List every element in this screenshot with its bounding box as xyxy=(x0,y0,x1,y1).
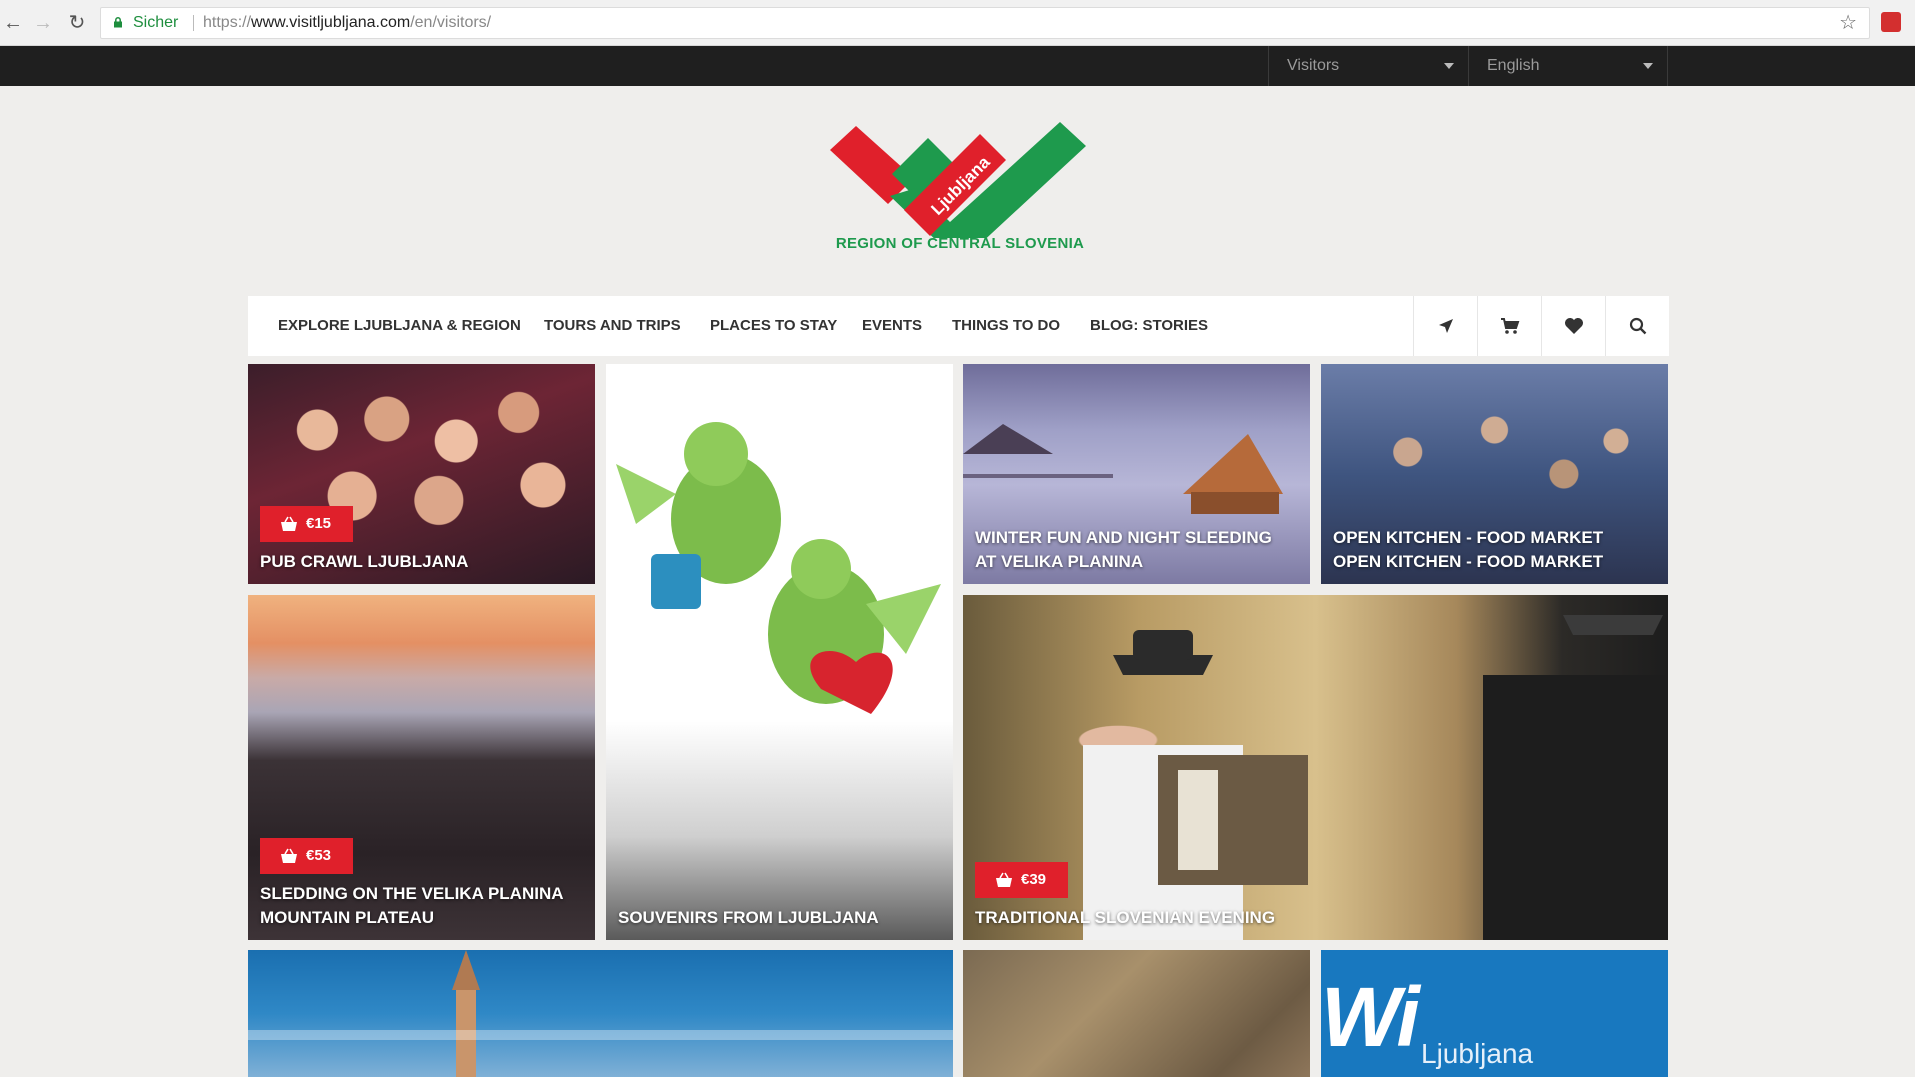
url-host: www.visitljubljana.com xyxy=(251,14,411,31)
wifi-logo-text: Wi xyxy=(1321,970,1420,1064)
section-select[interactable]: Visitors xyxy=(1268,46,1468,86)
tile-souvenirs[interactable]: SOUVENIRS FROM LJUBLJANA xyxy=(606,364,953,940)
browser-toolbar: ← → ↻ Sicher https://www.visitljubljana.… xyxy=(0,0,1915,46)
language-select[interactable]: English xyxy=(1468,46,1668,86)
basket-icon xyxy=(281,516,297,531)
nav-things-to-do[interactable]: THINGS TO DO xyxy=(952,296,1060,356)
nav-tours[interactable]: TOURS AND TRIPS xyxy=(544,296,681,356)
tile-caption: SLEDDING ON THE VELIKA PLANINA MOUNTAIN … xyxy=(260,882,564,930)
url-path: /en/visitors/ xyxy=(410,14,492,31)
price-value: €39 xyxy=(1021,871,1047,888)
search-icon[interactable] xyxy=(1605,296,1669,356)
bookmark-star-icon[interactable]: ☆ xyxy=(1839,8,1857,38)
forward-arrow-icon[interactable]: → xyxy=(30,10,56,36)
tile-caption: TRADITIONAL SLOVENIAN EVENING xyxy=(975,908,1276,927)
url-text[interactable]: https://www.visitljubljana.com/en/visito… xyxy=(203,8,491,38)
price-badge: €15 xyxy=(260,506,354,542)
back-arrow-icon[interactable]: ← xyxy=(0,10,26,36)
reload-icon[interactable]: ↻ xyxy=(64,10,90,36)
price-badge: €39 xyxy=(975,862,1069,898)
location-arrow-icon[interactable] xyxy=(1413,296,1477,356)
tile-caption: OPEN KITCHEN - FOOD MARKET OPEN KITCHEN … xyxy=(1333,526,1603,574)
nav-explore[interactable]: EXPLORE LJUBLJANA & REGION xyxy=(278,296,521,356)
tile-open-kitchen[interactable]: OPEN KITCHEN - FOOD MARKET OPEN KITCHEN … xyxy=(1321,364,1668,584)
tile-stone-wall[interactable] xyxy=(963,950,1310,1077)
section-select-value: Visitors xyxy=(1287,57,1340,74)
price-badge: €53 xyxy=(260,838,354,874)
caption-line: OPEN KITCHEN - FOOD MARKET xyxy=(1333,528,1604,547)
cart-icon[interactable] xyxy=(1477,296,1541,356)
nav-events[interactable]: EVENTS xyxy=(862,296,922,356)
tile-caption: PUB CRAWL LJUBLJANA xyxy=(260,552,469,571)
language-select-value: English xyxy=(1487,57,1540,74)
extension-icon[interactable] xyxy=(1881,12,1901,32)
nav-blog[interactable]: BLOG: STORIES xyxy=(1090,296,1208,356)
dragon-toy-image xyxy=(616,422,941,714)
accordion-player-image xyxy=(1083,615,1668,940)
wifi-city-text: Ljubljana xyxy=(1421,1038,1534,1069)
basket-icon xyxy=(281,848,297,863)
caption-line: WINTER FUN AND NIGHT SLEEDING xyxy=(975,528,1272,547)
main-navigation: EXPLORE LJUBLJANA & REGION TOURS AND TRI… xyxy=(248,296,1669,356)
caption-line: AT VELIKA PLANINA xyxy=(975,552,1144,571)
tile-caption: SOUVENIRS FROM LJUBLJANA xyxy=(618,908,879,927)
tile-wifi-ljubljana[interactable]: Wi Ljubljana xyxy=(1321,950,1668,1077)
price-value: €53 xyxy=(306,847,332,864)
secure-label: Sicher xyxy=(133,14,179,31)
nav-places-to-stay[interactable]: PLACES TO STAY xyxy=(710,296,837,356)
chevron-down-icon xyxy=(1643,63,1653,69)
caption-line: MOUNTAIN PLATEAU xyxy=(260,908,435,927)
tile-winter-fun[interactable]: WINTER FUN AND NIGHT SLEEDING AT VELIKA … xyxy=(963,364,1310,584)
lock-icon xyxy=(113,17,123,28)
site-tagline: REGION OF CENTRAL SLOVENIA xyxy=(835,235,1085,252)
tile-coast-town[interactable] xyxy=(248,950,953,1077)
caption-line: SLEDDING ON THE VELIKA PLANINA xyxy=(260,884,564,903)
divider xyxy=(193,15,194,31)
heart-icon[interactable] xyxy=(1541,296,1605,356)
tile-pub-crawl[interactable]: €15 PUB CRAWL LJUBLJANA xyxy=(248,364,595,584)
chevron-down-icon xyxy=(1444,63,1454,69)
tile-caption: WINTER FUN AND NIGHT SLEEDING AT VELIKA … xyxy=(975,526,1272,574)
bell-tower-image xyxy=(248,950,953,1077)
tile-sledding[interactable]: €53 SLEDDING ON THE VELIKA PLANINA MOUNT… xyxy=(248,595,595,940)
utility-bar: Visitors English xyxy=(0,46,1915,86)
basket-icon xyxy=(996,872,1012,887)
address-bar[interactable]: Sicher https://www.visitljubljana.com/en… xyxy=(100,7,1870,39)
url-prefix: https:// xyxy=(203,14,252,31)
caption-line: OPEN KITCHEN - FOOD MARKET xyxy=(1333,552,1604,571)
tile-traditional-evening[interactable]: €39 TRADITIONAL SLOVENIAN EVENING xyxy=(963,595,1668,940)
price-value: €15 xyxy=(306,515,332,532)
